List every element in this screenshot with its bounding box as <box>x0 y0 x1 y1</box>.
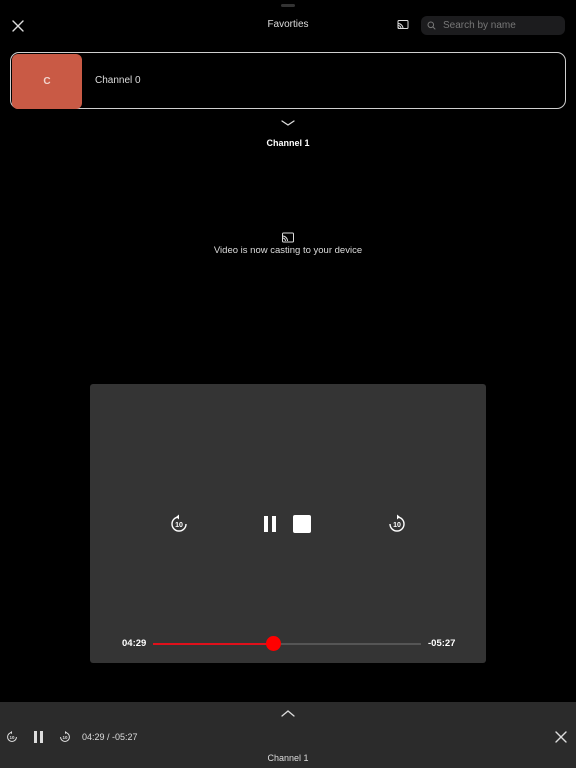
casting-icon <box>282 232 294 243</box>
mini-pause-button[interactable] <box>33 730 44 744</box>
search-input[interactable] <box>441 19 563 32</box>
rewind-10-button[interactable]: 10 <box>168 513 190 535</box>
player-controls-panel <box>90 384 486 663</box>
sheet-grabber[interactable] <box>281 4 295 7</box>
forward-seconds-label: 10 <box>393 522 401 529</box>
seek-bar-progress <box>153 643 274 645</box>
pause-button[interactable] <box>262 514 278 534</box>
chevron-down-icon[interactable] <box>280 118 296 128</box>
player-channel-title: Channel 1 <box>266 138 310 148</box>
chevron-up-icon[interactable] <box>280 709 296 718</box>
channel-list-item[interactable]: C Channel 0 <box>10 52 566 109</box>
mini-rewind-seconds-label: 10 <box>10 735 15 740</box>
channel-thumbnail: C <box>12 54 82 109</box>
elapsed-time: 04:29 <box>122 638 147 649</box>
stop-button[interactable] <box>292 514 312 534</box>
forward-10-button[interactable]: 10 <box>386 513 408 535</box>
channel-name: Channel 0 <box>95 75 141 86</box>
mini-forward-10-button[interactable]: 10 <box>58 730 72 744</box>
casting-message: Video is now casting to your device <box>213 245 363 256</box>
rewind-seconds-label: 10 <box>175 522 183 529</box>
cast-icon[interactable] <box>396 18 410 32</box>
mini-close-icon[interactable] <box>554 730 568 744</box>
search-icon <box>427 21 436 30</box>
mini-channel-title: Channel 1 <box>267 753 309 763</box>
remaining-time: -05:27 <box>428 638 456 649</box>
mini-time-display: 04:29 / -05:27 <box>82 732 138 742</box>
seek-thumb[interactable] <box>266 636 282 651</box>
mini-rewind-10-button[interactable]: 10 <box>5 730 19 744</box>
mini-forward-seconds-label: 10 <box>63 735 68 740</box>
seek-bar[interactable] <box>153 643 421 645</box>
search-field[interactable] <box>421 16 565 35</box>
